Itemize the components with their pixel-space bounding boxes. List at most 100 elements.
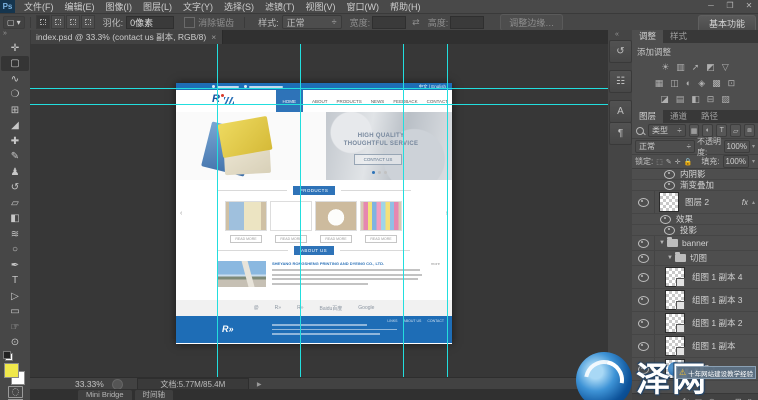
- default-colors-icon[interactable]: [3, 351, 13, 361]
- rectangular-marquee-tool[interactable]: ▢: [1, 56, 29, 71]
- layer-name[interactable]: 组图 1 副本: [692, 340, 735, 352]
- dock-collapse-icon[interactable]: «: [615, 31, 619, 38]
- group-row[interactable]: ▼ 切图: [632, 251, 758, 266]
- visibility-eye-icon[interactable]: [664, 170, 675, 179]
- properties-panel-icon[interactable]: ☷: [609, 70, 632, 93]
- blend-mode-select[interactable]: 正常÷: [635, 140, 695, 153]
- channel-mixer-icon[interactable]: ▩: [712, 78, 721, 89]
- vibrance-icon[interactable]: ▽: [722, 62, 729, 73]
- tab-mini-bridge[interactable]: Mini Bridge: [78, 390, 132, 400]
- visibility-eye-icon[interactable]: [638, 254, 649, 263]
- tab-timeline[interactable]: 时间轴: [135, 390, 174, 400]
- layer-row[interactable]: 图层 2 fx▴: [632, 191, 758, 214]
- group-expand-icon[interactable]: ▼: [667, 255, 673, 261]
- quick-selection-tool[interactable]: ❍: [1, 87, 29, 102]
- group-row[interactable]: ▼ banner: [632, 236, 758, 251]
- tab-adjustments[interactable]: 调整: [632, 30, 663, 43]
- move-tool[interactable]: ✛: [1, 41, 29, 56]
- fx-badge[interactable]: fx: [742, 198, 748, 207]
- path-selection-tool[interactable]: ▷: [1, 289, 29, 304]
- posterize-icon[interactable]: ▤: [676, 94, 685, 105]
- feather-input[interactable]: [126, 16, 174, 29]
- zoom-tool[interactable]: ⊙: [1, 335, 29, 350]
- subtract-selection-button[interactable]: [66, 15, 80, 29]
- layer-thumbnail[interactable]: [665, 313, 685, 333]
- paragraph-panel-icon[interactable]: ¶: [609, 122, 632, 145]
- visibility-eye-icon[interactable]: [638, 319, 649, 328]
- eraser-tool[interactable]: ▱: [1, 196, 29, 211]
- fill-value[interactable]: 100%: [723, 155, 749, 168]
- visibility-eye-icon[interactable]: [660, 215, 671, 224]
- color-lookup-icon[interactable]: ⊡: [728, 78, 736, 89]
- guide-line[interactable]: [403, 44, 404, 377]
- zoom-level[interactable]: 33.33%: [75, 379, 104, 389]
- visibility-eye-icon[interactable]: [664, 226, 675, 235]
- layer-thumbnail[interactable]: [665, 267, 685, 287]
- hand-tool[interactable]: ☞: [1, 320, 29, 335]
- menu-item-layer[interactable]: 图层(L): [143, 0, 172, 13]
- filter-shape-layers-icon[interactable]: ▱: [730, 124, 741, 137]
- layer-name[interactable]: 组图 1 副本 3: [692, 294, 743, 306]
- type-tool[interactable]: T: [1, 273, 29, 288]
- new-selection-button[interactable]: [36, 15, 50, 29]
- document-tab[interactable]: index.psd @ 33.3% (contact us 副本, RGB/8)…: [30, 30, 223, 44]
- menu-item-edit[interactable]: 编辑(E): [65, 0, 95, 13]
- canvas-area[interactable]: 中文 | English R HOME ABOUT PRODUCTS NEWS …: [30, 44, 608, 377]
- history-brush-tool[interactable]: ↺: [1, 180, 29, 195]
- height-input[interactable]: [450, 16, 484, 29]
- layer-effect-row[interactable]: 投影: [632, 225, 758, 236]
- layer-row[interactable]: 组图 1 副本 2: [632, 312, 758, 335]
- brush-tool[interactable]: ✎: [1, 149, 29, 164]
- layer-name[interactable]: 组图 1 副本 4: [692, 271, 743, 283]
- guide-line[interactable]: [30, 104, 608, 105]
- lasso-tool[interactable]: ∿: [1, 72, 29, 87]
- history-panel-icon[interactable]: ↺: [609, 40, 632, 63]
- layer-name[interactable]: 图层 2: [685, 196, 709, 208]
- menu-item-file[interactable]: 文件(F): [24, 0, 54, 13]
- clone-stamp-tool[interactable]: ♟: [1, 165, 29, 180]
- guide-line[interactable]: [30, 88, 608, 89]
- brightness-contrast-icon[interactable]: ☀: [661, 62, 669, 73]
- menu-item-type[interactable]: 文字(Y): [183, 0, 213, 13]
- curves-icon[interactable]: ➚: [692, 62, 700, 73]
- menu-item-view[interactable]: 视图(V): [306, 0, 336, 13]
- invert-icon[interactable]: ◪: [660, 94, 669, 105]
- photo-filter-icon[interactable]: ◈: [698, 78, 705, 89]
- style-select[interactable]: 正常 ÷: [282, 15, 342, 29]
- exposure-icon[interactable]: ◩: [706, 62, 715, 73]
- intersect-selection-button[interactable]: [81, 15, 95, 29]
- blur-tool[interactable]: ≋: [1, 227, 29, 242]
- tab-channels[interactable]: 通道: [663, 110, 694, 123]
- filter-smart-objects-icon[interactable]: ⧈: [744, 124, 755, 137]
- lock-position-icon[interactable]: ✛: [675, 158, 681, 166]
- black-white-icon[interactable]: ◐: [686, 78, 691, 88]
- lock-pixels-icon[interactable]: ✎: [666, 158, 672, 166]
- group-name[interactable]: 切图: [690, 252, 707, 264]
- threshold-icon[interactable]: ◧: [691, 94, 700, 105]
- refine-edge-button[interactable]: 调整边缘…: [500, 14, 563, 31]
- gradient-tool[interactable]: ◧: [1, 211, 29, 226]
- close-button[interactable]: ✕: [743, 1, 755, 10]
- lock-all-icon[interactable]: 🔒: [684, 158, 693, 166]
- levels-icon[interactable]: ▥: [676, 62, 685, 73]
- restore-button[interactable]: ❐: [724, 1, 736, 10]
- guide-line[interactable]: [300, 44, 301, 377]
- guide-line[interactable]: [447, 44, 448, 377]
- add-selection-button[interactable]: [51, 15, 65, 29]
- visibility-eye-icon[interactable]: [638, 342, 649, 351]
- character-panel-icon[interactable]: A: [609, 100, 632, 123]
- antialias-checkbox[interactable]: [184, 17, 195, 28]
- layer-row[interactable]: 组图 1 副本 4: [632, 266, 758, 289]
- layer-row[interactable]: 组图 1 副本 3: [632, 289, 758, 312]
- quick-mask-icon[interactable]: [8, 386, 23, 398]
- layer-name[interactable]: 组图 1 副本 2: [692, 317, 743, 329]
- group-expand-icon[interactable]: ▼: [659, 240, 665, 246]
- spot-healing-brush-tool[interactable]: ✚: [1, 134, 29, 149]
- status-expand-icon[interactable]: ▶: [257, 381, 262, 388]
- menu-item-select[interactable]: 选择(S): [224, 0, 254, 13]
- foreground-color-swatch[interactable]: [4, 363, 19, 378]
- visibility-eye-icon[interactable]: [638, 273, 649, 282]
- filter-kind-select[interactable]: 类型÷: [648, 124, 686, 137]
- tab-paths[interactable]: 路径: [694, 110, 725, 123]
- opacity-value[interactable]: 100%: [724, 140, 750, 153]
